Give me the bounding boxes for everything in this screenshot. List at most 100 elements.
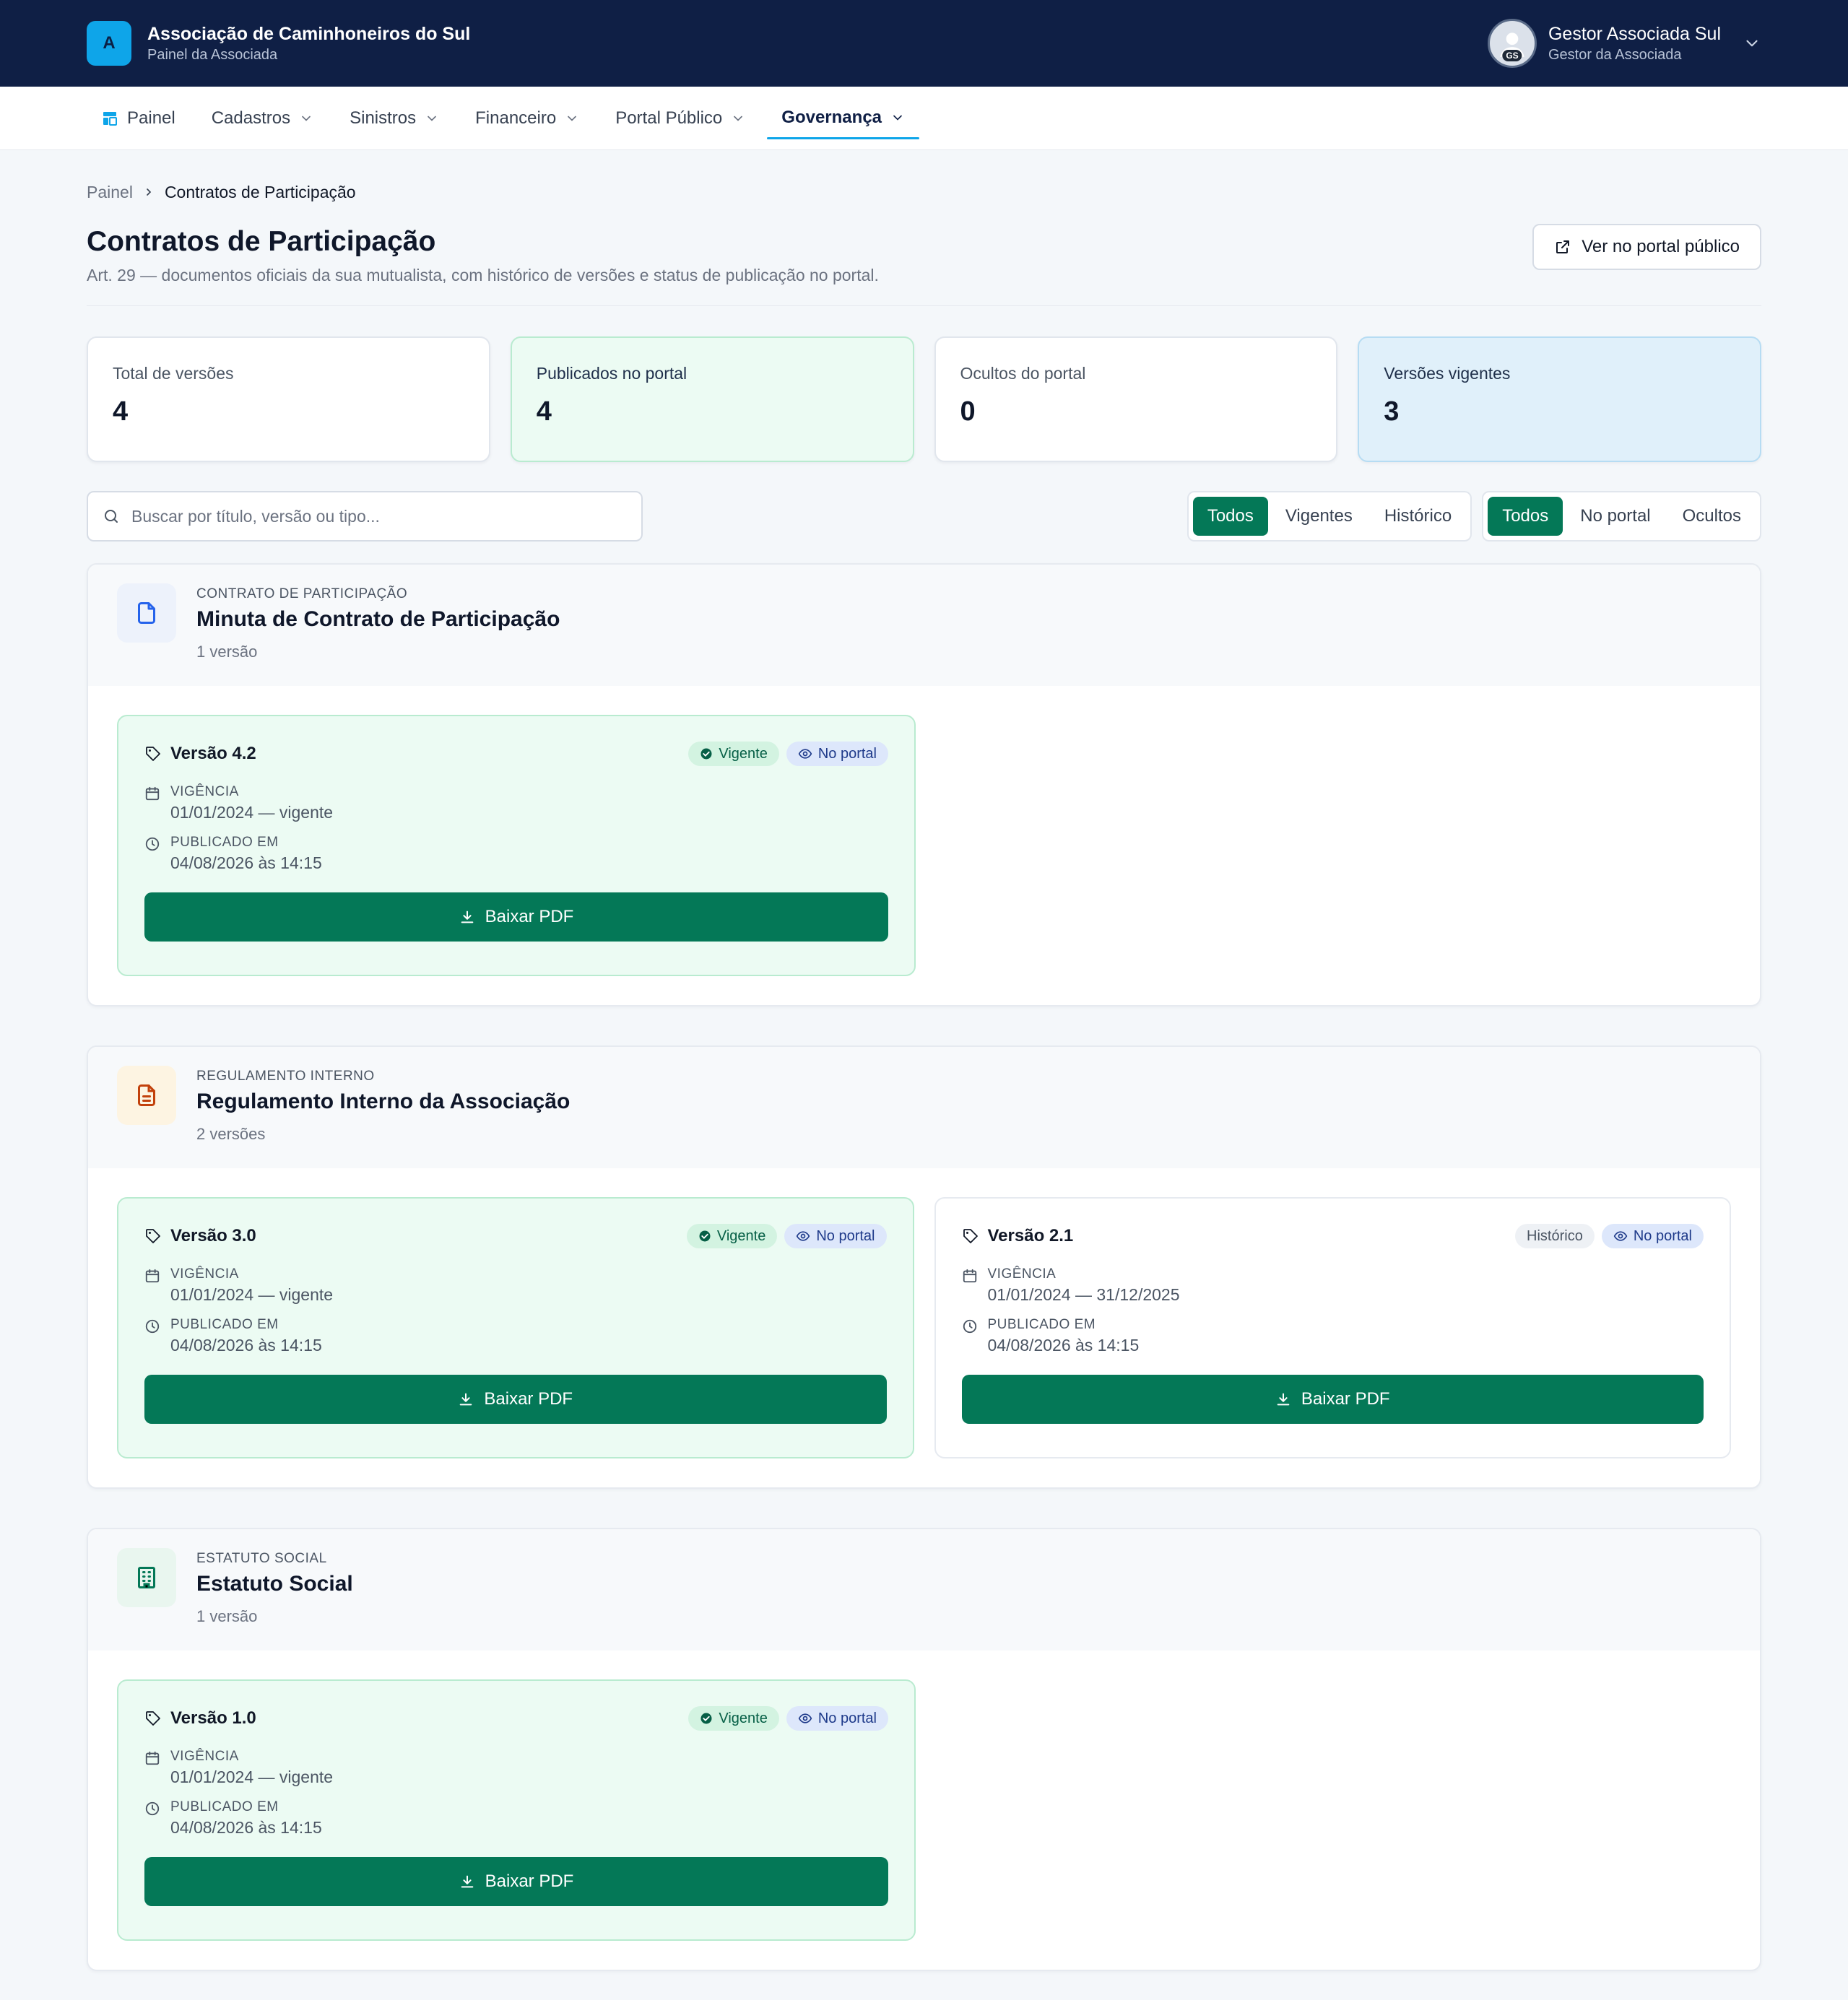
document-group-header: CONTRATO DE PARTICIPAÇÃO Minuta de Contr… [88,565,1760,686]
filter-status-history[interactable]: Histórico [1370,497,1466,536]
nav-label: Portal Público [615,108,723,128]
published-value: 04/08/2026 às 14:15 [987,1336,1140,1355]
view-public-portal-button[interactable]: Ver no portal público [1532,224,1761,270]
nav-label: Governança [781,108,882,127]
chevron-down-icon [734,116,743,121]
published-value: 04/08/2026 às 14:15 [170,1336,322,1355]
status-text: Vigente [716,1227,766,1244]
nav-financeiro[interactable]: Financeiro [461,98,594,139]
search-icon [105,510,118,523]
status-badge: Vigente [688,742,779,766]
meta-label: PUBLICADO EM [170,1799,279,1814]
stat-value: 4 [113,396,129,427]
nav-painel[interactable]: Painel [87,98,190,139]
chevron-down-icon [302,116,311,121]
avatar: GS [1487,19,1537,68]
published-value: 04/08/2026 às 14:15 [170,853,322,872]
filter-portal-published[interactable]: No portal [1566,497,1665,536]
version-name: Versão 3.0 [170,1226,256,1245]
document-group-header: ESTATUTO SOCIAL Estatuto Social 1 versão [88,1529,1760,1651]
calendar-icon [145,786,160,801]
main-nav: Painel Cadastros Sinistros Financeiro Po… [0,87,1848,150]
version-count: 2 versões [196,1125,266,1143]
nav-label: Financeiro [475,108,557,128]
document-group: ESTATUTO SOCIAL Estatuto Social 1 versão… [87,1528,1761,1971]
tag-icon [146,1229,160,1243]
org-name: Associação de Caminhoneiros do Sul [147,24,471,44]
document-type: REGULAMENTO INTERNO [196,1069,375,1084]
status-badge: Vigente [686,1224,778,1248]
download-pdf-button[interactable]: Baixar PDF [144,1857,888,1906]
filters-bar: Todos Vigentes Histórico Todos No portal… [87,491,1761,542]
published-value: 04/08/2026 às 14:15 [170,1818,322,1837]
meta-label: PUBLICADO EM [170,835,279,850]
chevron-down-icon [428,116,436,121]
document-group: REGULAMENTO INTERNO Regulamento Interno … [87,1045,1761,1489]
user-menu[interactable]: GS Gestor Associada Sul Gestor da Associ… [1487,19,1761,68]
download-pdf-button[interactable]: Baixar PDF [961,1375,1704,1424]
stat-value: 4 [536,396,552,427]
document-title: Regulamento Interno da Associação [196,1090,571,1113]
nav-sinistros[interactable]: Sinistros [335,98,454,139]
stats-row: Total de versões 4 Publicados no portal … [87,336,1761,462]
check-circle-icon [700,748,712,760]
chevron-down-icon [893,115,902,121]
stat-hidden: Ocultos do portal 0 [934,336,1338,462]
document-icon-box [117,1066,176,1125]
download-pdf-button[interactable]: Baixar PDF [144,1375,887,1424]
vigencia-value: 01/01/2024 — vigente [170,1768,334,1786]
meta-label: VIGÊNCIA [170,1749,239,1764]
status-badge: Vigente [688,1706,779,1731]
breadcrumb-current: Contratos de Participação [164,182,356,201]
clock-icon [145,1319,160,1334]
filter-status-all[interactable]: Todos [1192,497,1268,536]
document-title: Minuta de Contrato de Participação [196,607,560,631]
eye-icon [798,749,812,759]
status-text: Vigente [719,745,768,762]
vigencia-value: 01/01/2024 — 31/12/2025 [987,1285,1180,1304]
stat-label: Ocultos do portal [960,364,1086,383]
vigencia-value: 01/01/2024 — vigente [170,803,334,822]
nav-cadastros[interactable]: Cadastros [197,98,328,139]
page-description: Art. 29 — documentos oficiais da sua mut… [87,266,879,284]
meta-label: VIGÊNCIA [170,1266,239,1282]
breadcrumb: Painel Contratos de Participação [87,179,1761,205]
chevron-down-icon [568,116,577,121]
nav-governanca[interactable]: Governança [767,98,919,139]
external-link-icon [1556,240,1570,253]
clock-icon [145,837,160,851]
download-pdf-button[interactable]: Baixar PDF [144,892,888,942]
status-text: Vigente [719,1710,768,1726]
download-icon [1277,1393,1290,1406]
stat-label: Publicados no portal [536,364,687,383]
nav-portal-publico[interactable]: Portal Público [601,98,760,139]
top-bar: A Associação de Caminhoneiros do Sul Pai… [0,0,1848,87]
document-type: CONTRATO DE PARTICIPAÇÃO [196,586,408,601]
breadcrumb-root[interactable]: Painel [87,183,133,202]
version-count: 1 versão [196,1607,258,1625]
portal-text: No portal [817,1710,877,1726]
meta-label: PUBLICADO EM [170,1317,279,1332]
nav-label: Painel [127,108,175,128]
download-icon [461,910,473,923]
meta-label: PUBLICADO EM [987,1317,1096,1332]
version-card: Versão 2.1 Histórico No portal VIGÊNCIA … [934,1197,1731,1458]
version-card: Versão 3.0 Vigente No portal VIGÊNCIA 01… [117,1197,914,1458]
filter-portal-all[interactable]: Todos [1488,497,1563,536]
status-text: Histórico [1527,1227,1583,1244]
brand[interactable]: A Associação de Caminhoneiros do Sul Pai… [87,21,470,66]
version-card: Versão 4.2 Vigente No portal VIGÊNCIA 01… [117,715,916,976]
search-input[interactable] [131,506,627,526]
filter-status-current[interactable]: Vigentes [1271,497,1367,536]
filter-portal-hidden[interactable]: Ocultos [1668,497,1756,536]
stat-label: Total de versões [113,364,234,383]
document-group-header: REGULAMENTO INTERNO Regulamento Interno … [88,1047,1760,1168]
file-text-icon [138,1084,155,1106]
stat-label: Versões vigentes [1384,364,1511,383]
status-badge: Histórico [1515,1224,1595,1248]
portal-badge: No portal [784,1224,887,1248]
portal-text: No portal [816,1227,875,1244]
dashboard-icon [103,111,117,126]
document-type: ESTATUTO SOCIAL [196,1551,327,1566]
download-icon [461,1875,473,1888]
